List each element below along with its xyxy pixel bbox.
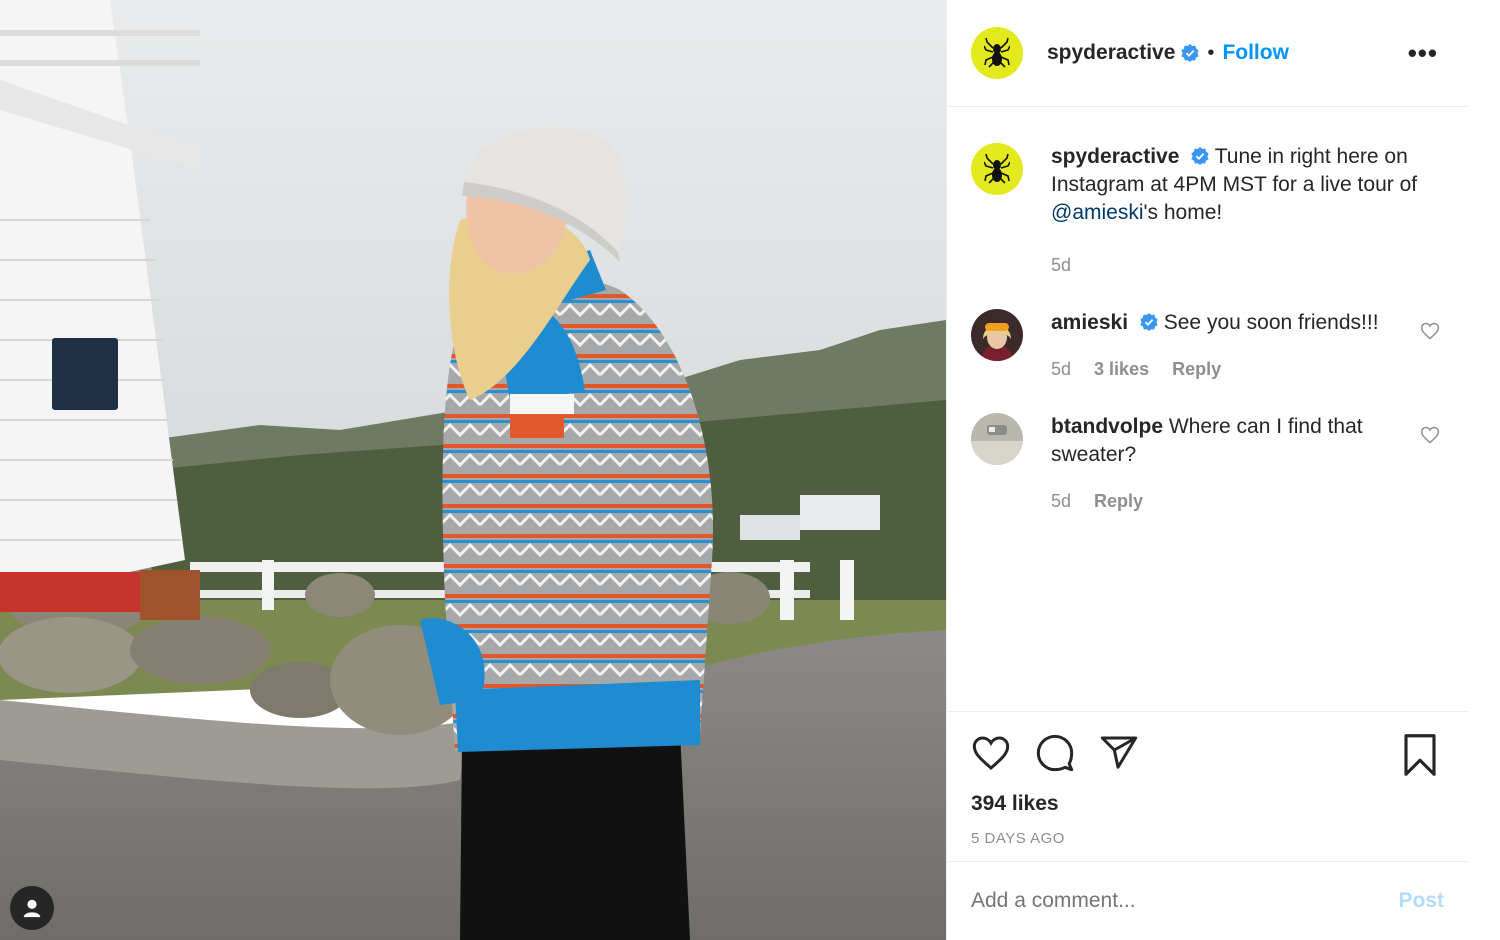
spider-logo-icon xyxy=(984,38,1010,68)
instagram-post: spyderactive • Follow ••• spyderactive T… xyxy=(0,0,1500,940)
caption-time[interactable]: 5d xyxy=(1051,255,1071,275)
comment-body: amieski See you soon friends!!! 5d 3 lik… xyxy=(1051,309,1431,383)
caption-text-end: 's home! xyxy=(1143,201,1223,224)
more-options-icon[interactable]: ••• xyxy=(1408,38,1438,69)
post-side-panel: spyderactive • Follow ••• spyderactive T… xyxy=(946,0,1468,940)
btandvolpe-avatar-image xyxy=(971,413,1023,465)
comment-username[interactable]: amieski xyxy=(1051,311,1128,334)
comments-list: spyderactive Tune in right here on Insta… xyxy=(947,107,1468,711)
separator-dot: • xyxy=(1207,41,1215,64)
reply-button[interactable]: Reply xyxy=(1094,491,1143,511)
post-comment-button[interactable]: Post xyxy=(1398,889,1444,913)
caption-body: spyderactive Tune in right here on Insta… xyxy=(1051,143,1431,279)
reply-button[interactable]: Reply xyxy=(1172,359,1221,379)
comment-likes[interactable]: 3 likes xyxy=(1094,359,1149,379)
avatar[interactable] xyxy=(971,143,1023,195)
comment-meta: 5d Reply xyxy=(1051,487,1431,515)
comment-text: See you soon friends!!! xyxy=(1163,311,1379,334)
comment-item: btandvolpe Where can I find that sweater… xyxy=(971,413,1444,515)
comment-time[interactable]: 5d xyxy=(1051,359,1071,379)
avatar[interactable] xyxy=(971,309,1023,361)
verified-badge-icon xyxy=(1191,147,1209,165)
caption-username[interactable]: spyderactive xyxy=(1051,145,1179,168)
post-actions: 394 likes 5 DAYS AGO xyxy=(947,711,1468,861)
post-photo[interactable] xyxy=(0,0,946,940)
comment-meta: 5d 3 likes Reply xyxy=(1051,355,1431,383)
like-comment-heart-icon[interactable] xyxy=(1420,321,1440,341)
verified-badge-icon xyxy=(1181,44,1200,62)
caption-meta: 5d xyxy=(1051,251,1431,279)
spider-logo-icon xyxy=(984,154,1010,184)
add-comment-bar: Post xyxy=(947,861,1468,940)
comment-time[interactable]: 5d xyxy=(1051,491,1071,511)
user-tags-button[interactable] xyxy=(10,886,54,930)
comment-username[interactable]: btandvolpe xyxy=(1051,415,1163,438)
bookmark-icon[interactable] xyxy=(1402,734,1438,776)
comment-input[interactable] xyxy=(971,889,1351,913)
post-author-username[interactable]: spyderactive xyxy=(1047,41,1175,65)
caption-mention-link[interactable]: @amieski xyxy=(1051,201,1144,224)
follow-button[interactable]: Follow xyxy=(1222,41,1289,65)
comment-icon[interactable] xyxy=(1035,733,1075,773)
like-comment-heart-icon[interactable] xyxy=(1420,425,1440,445)
action-icons-row xyxy=(971,728,1444,778)
avatar[interactable] xyxy=(971,27,1023,79)
post-timestamp[interactable]: 5 DAYS AGO xyxy=(971,830,1444,847)
verified-badge-icon xyxy=(1140,313,1158,331)
caption-item: spyderactive Tune in right here on Insta… xyxy=(971,143,1444,279)
user-tag-icon xyxy=(23,899,41,918)
post-likes-count[interactable]: 394 likes xyxy=(971,792,1444,816)
heart-icon[interactable] xyxy=(971,733,1011,773)
share-icon[interactable] xyxy=(1099,733,1139,773)
avatar[interactable] xyxy=(971,413,1023,465)
comment-item: amieski See you soon friends!!! 5d 3 lik… xyxy=(971,309,1444,383)
post-header: spyderactive • Follow ••• xyxy=(947,0,1468,107)
amieski-avatar-image xyxy=(971,309,1023,361)
post-image xyxy=(0,0,946,940)
comment-body: btandvolpe Where can I find that sweater… xyxy=(1051,413,1431,515)
